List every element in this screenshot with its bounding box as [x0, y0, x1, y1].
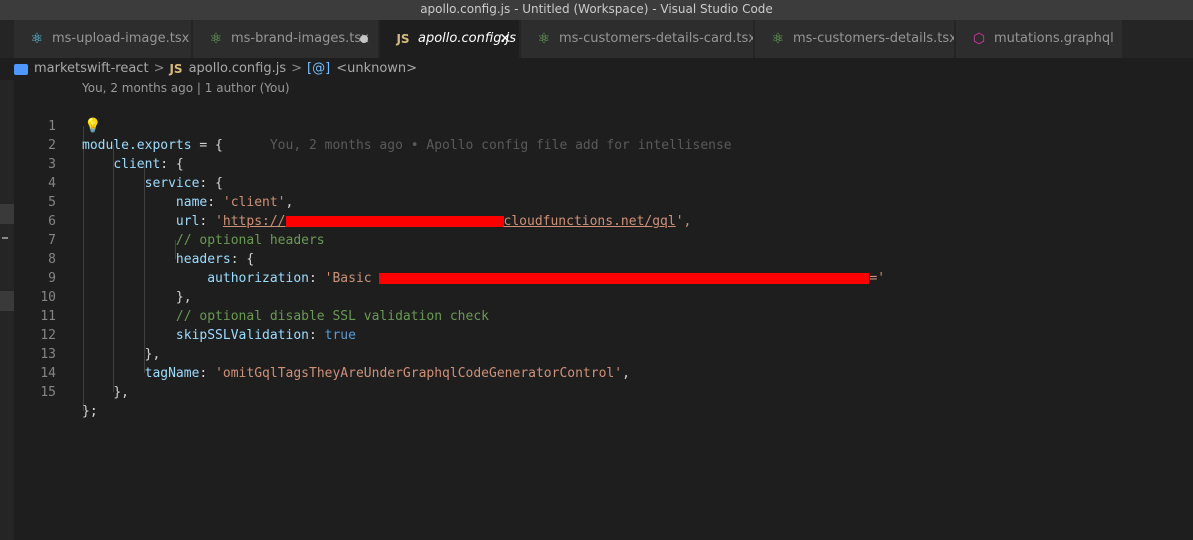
test-icon: ⚛: [209, 31, 223, 47]
breadcrumb-file[interactable]: apollo.config.js: [189, 61, 287, 76]
code-line: 4 name: 'client',: [14, 155, 1193, 210]
code-token: },: [113, 385, 129, 400]
code-token: };: [82, 404, 98, 419]
code-line: 7 headers: {: [14, 212, 1193, 267]
js-icon: JS: [396, 32, 410, 46]
code-line: 8 authorization: 'Basic =': [14, 231, 1193, 286]
code-line: 9 },: [14, 250, 1193, 305]
window-title: apollo.config.js - Untitled (Workspace) …: [0, 0, 1193, 20]
code-line: 15 };: [14, 364, 1193, 419]
panel-item[interactable]: [0, 291, 14, 311]
panel-item[interactable]: [0, 204, 14, 224]
tab-label: mutations.graphql: [994, 31, 1114, 46]
breadcrumb-folder[interactable]: marketswift-react: [34, 61, 149, 76]
folder-icon: [14, 64, 28, 75]
breadcrumb-symbol[interactable]: <unknown>: [336, 61, 417, 76]
code-line: 1 module.exports = { You, 2 months ago •…: [14, 98, 1193, 153]
test-icon: ⚛: [771, 31, 785, 47]
graphql-icon: ⬡: [972, 31, 986, 47]
js-icon: JS: [169, 62, 183, 76]
tab-ms-upload-image[interactable]: ⚛ ms-upload-image.tsx: [14, 20, 192, 58]
code-line: 13 tagName: 'omitGqlTagsTheyAreUnderGrap…: [14, 326, 1193, 381]
chevron-right-icon: >: [291, 61, 303, 76]
breadcrumb: marketswift-react > JS apollo.config.js > [@]…: [14, 58, 1193, 80]
code-editor[interactable]: You, 2 months ago | 1 author (You) 💡 1 m…: [14, 80, 1193, 540]
tab-label: ms-customers-details.tsx: [793, 31, 955, 46]
tab-label: ms-brand-images.tsx: [231, 31, 369, 46]
line-number: 15: [40, 385, 56, 400]
tab-mutations-graphql[interactable]: ⬡ mutations.graphql: [956, 20, 1123, 58]
chevron-right-icon: >: [153, 61, 165, 76]
test-icon: ⚛: [537, 31, 551, 47]
unsaved-dot-icon[interactable]: [360, 35, 368, 43]
tab-label: ms-customers-details-card.tsx: [559, 31, 754, 46]
code-line: 10 // optional disable SSL validation ch…: [14, 269, 1193, 324]
react-icon: ⚛: [30, 31, 44, 47]
codelens-authors[interactable]: You, 2 months ago | 1 author (You): [82, 81, 290, 95]
tab-ms-customers-details[interactable]: ⚛ ms-customers-details.tsx: [755, 20, 955, 58]
side-panel-edge: [0, 80, 14, 540]
code-line: 2 client: {: [14, 117, 1193, 172]
code-line: 5 url: 'https://cloudfunctions.net/gql',: [14, 174, 1193, 229]
code-line: 11 skipSSLValidation: true: [14, 288, 1193, 343]
tab-bar: ⚛ ms-upload-image.tsx ⚛ ms-brand-images.ts…: [0, 20, 1193, 58]
code-line: 12 },: [14, 307, 1193, 362]
tab-label: ms-upload-image.tsx: [52, 31, 190, 46]
close-icon[interactable]: ✕: [499, 20, 511, 58]
symbol-variable-icon: [@]: [307, 61, 331, 76]
tab-apollo-config[interactable]: JS apollo.config.js ✕: [380, 20, 520, 58]
tab-ms-customers-details-card[interactable]: ⚛ ms-customers-details-card.tsx: [521, 20, 754, 58]
code-line: 3 service: {: [14, 136, 1193, 191]
code-line: 6 // optional headers: [14, 193, 1193, 248]
tab-ms-brand-images[interactable]: ⚛ ms-brand-images.tsx: [193, 20, 379, 58]
code-line: 14 },: [14, 345, 1193, 400]
panel-divider: [2, 237, 8, 239]
